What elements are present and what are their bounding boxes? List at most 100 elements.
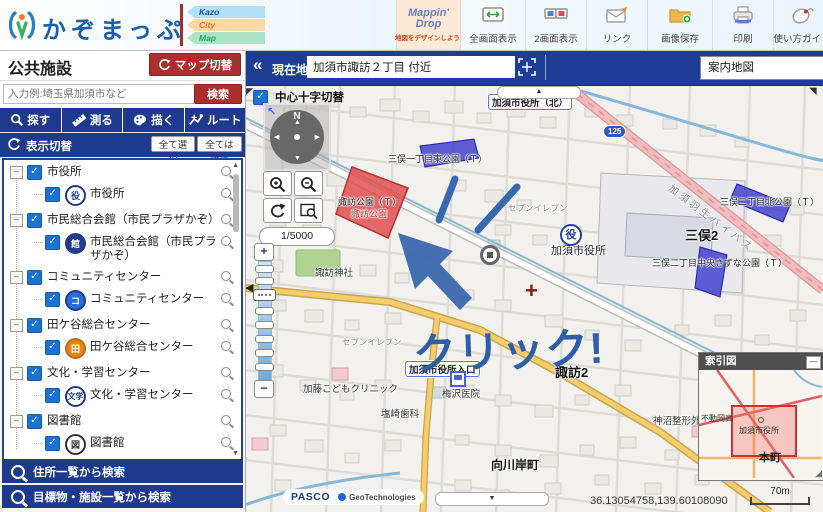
tab-draw[interactable]: 描く	[123, 108, 184, 132]
tree-row-culture-group[interactable]: 文化・学習センター	[4, 361, 241, 383]
collapse-toggle-icon[interactable]	[10, 166, 23, 179]
zoom-slider-plus-button[interactable]: +	[254, 243, 274, 261]
magnifier-icon[interactable]	[221, 188, 231, 198]
tab-find[interactable]: 探す	[0, 108, 61, 132]
guide-button[interactable]: 使い方ガイド	[773, 0, 823, 50]
magnifier-icon[interactable]	[221, 271, 231, 281]
resize-handle-icon[interactable]: ◢	[815, 468, 822, 479]
checkbox[interactable]	[45, 436, 60, 451]
tree-row-community-group[interactable]: コミュニティセンター	[4, 265, 241, 287]
pan-corner-icon[interactable]: ◤	[246, 86, 253, 97]
map-switch-button[interactable]: マップ切替	[149, 53, 241, 76]
facility-tree-panel: 市役所 役 市役所 市民総合会館（市民プラザかぞ） 館 市民総合会館（市民プラザ…	[2, 158, 243, 461]
deselect-all-button[interactable]: 全てはずす	[197, 136, 242, 167]
zoom-level-tick[interactable]	[255, 349, 274, 357]
magnifier-icon[interactable]	[221, 236, 231, 246]
checkbox[interactable]	[45, 235, 60, 250]
search-by-address-button[interactable]: 住所一覧から検索	[2, 460, 243, 483]
collapse-toggle-icon[interactable]	[10, 319, 23, 332]
tree-row-cityhall-group[interactable]: 市役所	[4, 160, 241, 182]
magnifier-icon[interactable]	[221, 293, 231, 303]
tree-row-tagaya[interactable]: 田 田ケ谷総合センター	[4, 335, 241, 361]
scroll-up-icon[interactable]: ▲	[232, 162, 239, 169]
scrollbar-thumb[interactable]	[233, 174, 239, 232]
scale-bar: 70m	[750, 486, 810, 505]
zoom-level-tick[interactable]	[255, 363, 274, 371]
link-button[interactable]: リンク	[586, 0, 647, 50]
reset-view-button[interactable]	[263, 198, 292, 223]
magnifier-icon[interactable]	[221, 389, 231, 399]
tree-row-culture[interactable]: 文学 文化・学習センター	[4, 383, 241, 409]
checkbox[interactable]	[27, 165, 42, 180]
pan-left-icon[interactable]: ◀	[245, 281, 253, 294]
zoom-in-button[interactable]	[263, 171, 292, 196]
magnifier-icon[interactable]	[221, 415, 231, 425]
scroll-down-icon[interactable]: ▼	[232, 450, 239, 457]
pan-corner-icon[interactable]: ◥	[809, 86, 817, 97]
zoom-out-button[interactable]	[294, 171, 323, 196]
reset-north-icon[interactable]: ↖	[267, 105, 276, 118]
search-button[interactable]: 検索	[194, 84, 242, 104]
magnifier-icon[interactable]	[221, 319, 231, 329]
search-by-landmark-button[interactable]: 目標物・施設一覧から検索	[2, 485, 243, 508]
zoom-slider-minus-button[interactable]: −	[254, 380, 274, 398]
tree-row-library-group[interactable]: 図書館	[4, 409, 241, 431]
magnifier-icon[interactable]	[221, 437, 231, 447]
minimize-icon[interactable]: —	[806, 356, 821, 369]
pan-north-icon[interactable]: ▲	[294, 119, 301, 126]
zoom-level-tick[interactable]	[255, 307, 274, 315]
tree-row-library[interactable]: 図 図書館	[4, 431, 241, 457]
map-type-select[interactable]: 案内地図 ▼	[700, 56, 823, 80]
pan-up-bar[interactable]: ▲	[497, 86, 581, 99]
save-image-button[interactable]: 画像保存	[647, 0, 712, 50]
tree-label: 図書館	[90, 437, 125, 449]
checkbox[interactable]	[27, 270, 42, 285]
magnifier-icon[interactable]	[221, 341, 231, 351]
pan-east-icon[interactable]: ▶	[315, 133, 320, 141]
checkbox[interactable]	[45, 340, 60, 355]
tree-row-civic-hall-group[interactable]: 市民総合会館（市民プラザかぞ）	[4, 208, 241, 230]
zoom-slider[interactable]: + −	[253, 243, 276, 398]
checkbox[interactable]	[27, 366, 42, 381]
tree-row-cityhall[interactable]: 役 市役所	[4, 182, 241, 208]
checkbox[interactable]	[45, 388, 60, 403]
pan-west-icon[interactable]: ◀	[274, 133, 279, 141]
zoom-level-tick[interactable]	[255, 321, 274, 329]
print-button[interactable]: 印刷	[712, 0, 773, 50]
tree-row-community[interactable]: コ コミュニティセンター	[4, 287, 241, 313]
collapse-toggle-icon[interactable]	[10, 415, 23, 428]
zoom-level-tick[interactable]	[255, 277, 274, 285]
pan-south-icon[interactable]: ▼	[294, 155, 301, 162]
dual-screen-button[interactable]: 2画面表示	[525, 0, 586, 50]
zoom-level-tick[interactable]	[255, 265, 274, 273]
tab-measure[interactable]: 測る	[61, 108, 122, 132]
current-location-input[interactable]	[307, 56, 515, 78]
compass-control[interactable]: ↖ N ▲ ▼ ◀ ▶	[263, 103, 331, 171]
magnifier-icon[interactable]	[221, 166, 231, 176]
collapse-sidebar-icon[interactable]: «	[253, 55, 262, 75]
center-crosshair-button[interactable]	[517, 57, 537, 77]
checkbox[interactable]	[45, 187, 60, 202]
magnifier-icon[interactable]	[221, 214, 231, 224]
checkbox[interactable]	[45, 292, 60, 307]
pan-down-bar[interactable]: ▼	[435, 492, 549, 506]
tab-route[interactable]: ルート	[184, 108, 245, 132]
zoom-slider-handle[interactable]	[253, 289, 276, 301]
search-input[interactable]	[3, 84, 195, 104]
collapse-toggle-icon[interactable]	[10, 214, 23, 227]
tree-scrollbar[interactable]: ▲ ▼	[231, 162, 240, 457]
map-canvas[interactable]: クリック! 加須市役所（北） 三俣一丁目東公園（Ｔ） 諏訪公園（Ｔ） 諏訪公園 …	[245, 85, 823, 512]
collapse-toggle-icon[interactable]	[10, 271, 23, 284]
collapse-toggle-icon[interactable]	[10, 367, 23, 380]
zoom-level-tick[interactable]	[255, 335, 274, 343]
checkbox[interactable]	[27, 318, 42, 333]
fullscreen-button[interactable]: 全画面表示	[460, 0, 525, 50]
mappin-drop-button[interactable]: Mappin' Drop 地図をデザインしよう!	[395, 0, 462, 50]
magnifier-icon[interactable]	[221, 367, 231, 377]
checkbox[interactable]	[27, 213, 42, 228]
select-all-button[interactable]: 全て選択	[151, 136, 195, 167]
tree-row-civic-hall[interactable]: 館 市民総合会館（市民プラザかぞ）	[4, 230, 241, 265]
checkbox[interactable]	[27, 414, 42, 429]
box-zoom-button[interactable]	[294, 198, 323, 223]
tree-row-tagaya-group[interactable]: 田ケ谷総合センター	[4, 313, 241, 335]
